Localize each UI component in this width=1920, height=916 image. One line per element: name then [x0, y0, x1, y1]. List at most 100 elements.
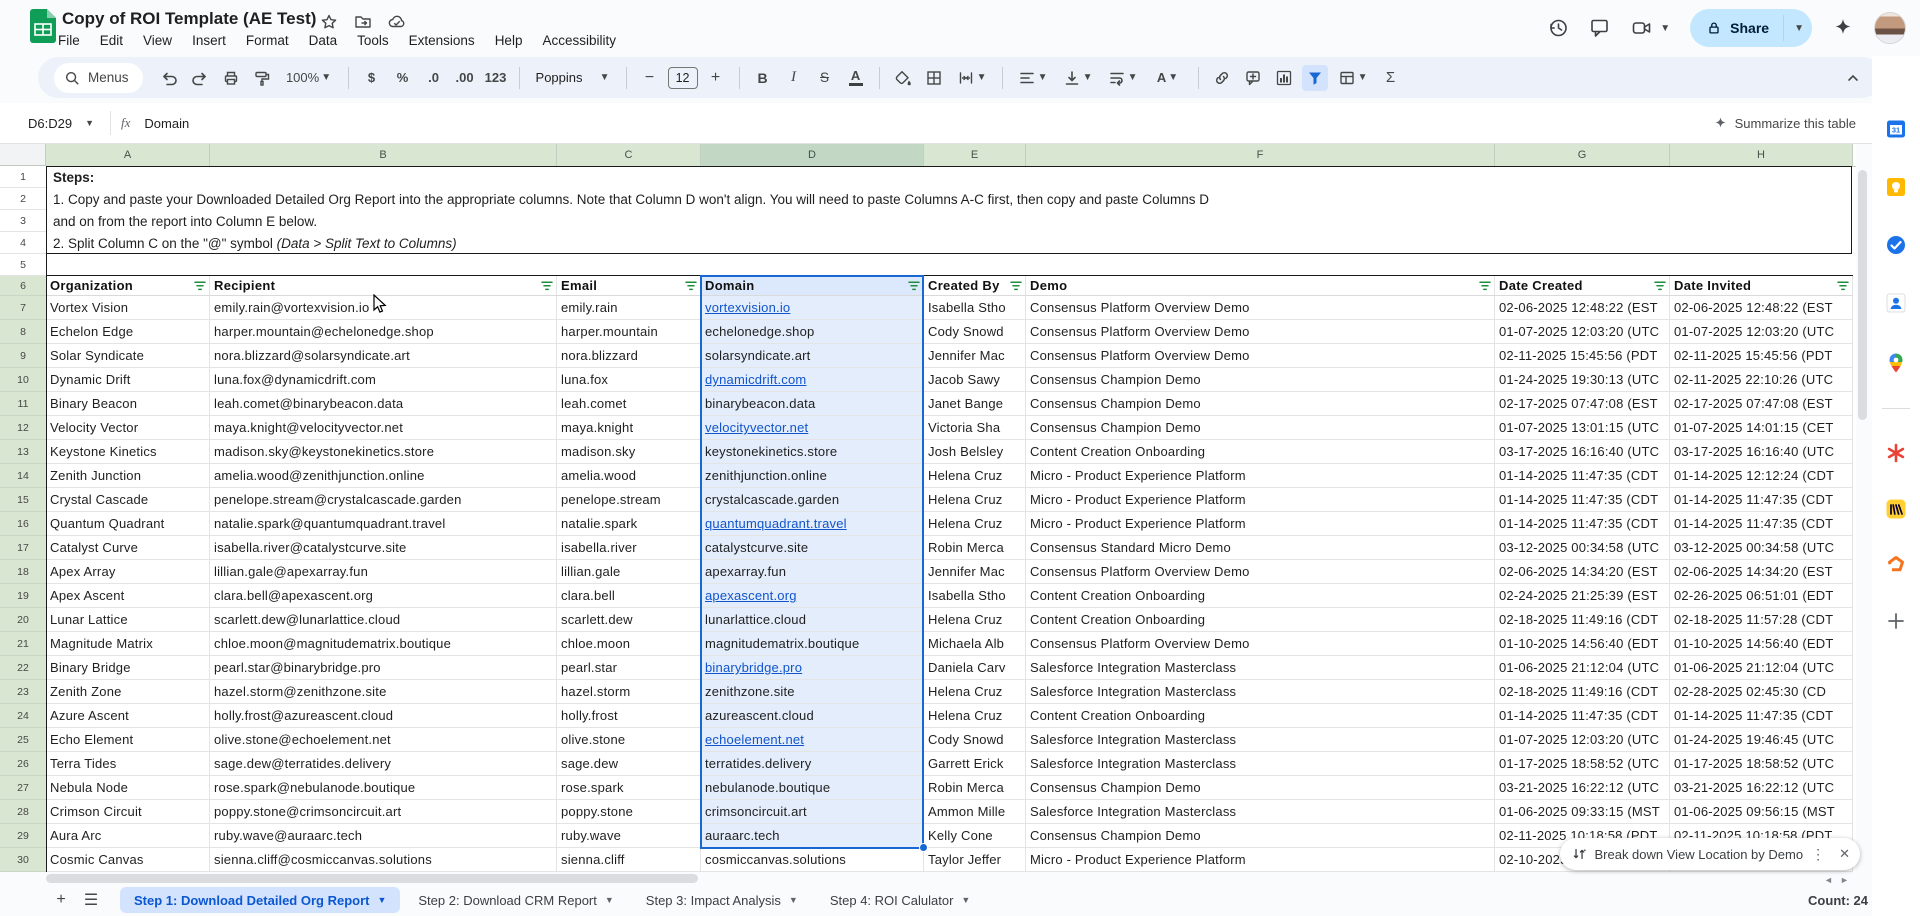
google-tasks-icon[interactable]: [1885, 234, 1907, 256]
cell-date_created-row22[interactable]: 01-06-2025 21:12:04 (UTC: [1495, 656, 1670, 680]
cell-organization-row28[interactable]: Crimson Circuit: [46, 800, 210, 824]
row-header-7[interactable]: 7: [0, 296, 46, 320]
comments-icon[interactable]: [1589, 17, 1611, 39]
font-selector[interactable]: Poppins▼: [530, 65, 616, 91]
cell-organization-row26[interactable]: Terra Tides: [46, 752, 210, 776]
cell-date_invited-row9[interactable]: 02-11-2025 15:45:56 (PDT: [1670, 344, 1853, 368]
cell-recipient-row29[interactable]: ruby.wave@auraarc.tech: [210, 824, 557, 848]
miro-addon-icon[interactable]: [1885, 498, 1907, 520]
cell-organization-row24[interactable]: Azure Ascent: [46, 704, 210, 728]
row-header-30[interactable]: 30: [0, 848, 46, 872]
header-filter-icon[interactable]: [1009, 279, 1023, 293]
redo-button[interactable]: [187, 65, 213, 91]
cell-date_created-row27[interactable]: 03-21-2025 16:22:12 (UTC: [1495, 776, 1670, 800]
cell-demo-row23[interactable]: Salesforce Integration Masterclass: [1026, 680, 1495, 704]
cell-recipient-row28[interactable]: poppy.stone@crimsoncircuit.art: [210, 800, 557, 824]
column-header-H[interactable]: H: [1670, 144, 1853, 166]
add-sheet-button[interactable]: +: [46, 887, 76, 913]
menu-view[interactable]: View: [143, 33, 172, 48]
cell-demo-row12[interactable]: Consensus Champion Demo: [1026, 416, 1495, 440]
zoom-control[interactable]: 100%▼: [280, 65, 338, 91]
cell-date_invited-row23[interactable]: 02-28-2025 02:45:30 (CD: [1670, 680, 1853, 704]
cell-domain-row16[interactable]: quantumquadrant.travel: [701, 512, 924, 536]
cell-demo-row17[interactable]: Consensus Standard Micro Demo: [1026, 536, 1495, 560]
cell-email-row19[interactable]: clara.bell: [557, 584, 701, 608]
cell-demo-row21[interactable]: Consensus Platform Overview Demo: [1026, 632, 1495, 656]
menu-insert[interactable]: Insert: [192, 33, 226, 48]
cell-created_by-row27[interactable]: Robin Merca: [924, 776, 1026, 800]
sheet-tab[interactable]: Step 4: ROI Calulator▼: [816, 887, 984, 913]
cell-organization-row25[interactable]: Echo Element: [46, 728, 210, 752]
get-addons-plus-icon[interactable]: [1885, 610, 1907, 632]
cell-date_created-row15[interactable]: 01-14-2025 11:47:35 (CDT: [1495, 488, 1670, 512]
merge-cells-button[interactable]: ▼: [952, 65, 992, 91]
row-header-28[interactable]: 28: [0, 800, 46, 824]
cell-organization-row10[interactable]: Dynamic Drift: [46, 368, 210, 392]
count-summary[interactable]: Count: 24: [1808, 893, 1868, 908]
cell-email-row23[interactable]: hazel.storm: [557, 680, 701, 704]
cell-organization-row15[interactable]: Crystal Cascade: [46, 488, 210, 512]
cell-created_by-row19[interactable]: Isabella Stho: [924, 584, 1026, 608]
cell-email-row20[interactable]: scarlett.dew: [557, 608, 701, 632]
cell-domain-row24[interactable]: azureascent.cloud: [701, 704, 924, 728]
cell-demo-row9[interactable]: Consensus Platform Overview Demo: [1026, 344, 1495, 368]
cell-demo-row16[interactable]: Micro - Product Experience Platform: [1026, 512, 1495, 536]
horizontal-align-button[interactable]: ▼: [1013, 65, 1053, 91]
cell-date_created-row26[interactable]: 01-17-2025 18:58:52 (UTC: [1495, 752, 1670, 776]
vertical-scrollbar[interactable]: [1858, 170, 1867, 420]
cell-email-row24[interactable]: holly.frost: [557, 704, 701, 728]
cell-demo-row24[interactable]: Content Creation Onboarding: [1026, 704, 1495, 728]
row-header-29[interactable]: 29: [0, 824, 46, 848]
cell-demo-row18[interactable]: Consensus Platform Overview Demo: [1026, 560, 1495, 584]
cell-created_by-row21[interactable]: Michaela Alb: [924, 632, 1026, 656]
cell-date_invited-row14[interactable]: 01-14-2025 12:12:24 (CDT: [1670, 464, 1853, 488]
bold-button[interactable]: B: [750, 65, 776, 91]
header-filter-icon[interactable]: [1836, 279, 1850, 293]
cell-domain-row14[interactable]: zenithjunction.online: [701, 464, 924, 488]
cell-recipient-row27[interactable]: rose.spark@nebulanode.boutique: [210, 776, 557, 800]
fill-color-button[interactable]: [890, 65, 916, 91]
row-header-12[interactable]: 12: [0, 416, 46, 440]
row-header-5[interactable]: 5: [0, 254, 46, 276]
column-header-F[interactable]: F: [1026, 144, 1495, 166]
cell-date_invited-row8[interactable]: 01-07-2025 12:03:20 (UTC: [1670, 320, 1853, 344]
cell-domain-row9[interactable]: solarsyndicate.art: [701, 344, 924, 368]
domain-link[interactable]: quantumquadrant.travel: [705, 516, 847, 531]
row-header-23[interactable]: 23: [0, 680, 46, 704]
borders-button[interactable]: [921, 65, 947, 91]
strikethrough-button[interactable]: S: [812, 65, 838, 91]
column-header-G[interactable]: G: [1495, 144, 1670, 166]
horizontal-scrollbar[interactable]: [46, 874, 698, 883]
column-header-C[interactable]: C: [557, 144, 701, 166]
cell-date_invited-row11[interactable]: 02-17-2025 07:47:08 (EST: [1670, 392, 1853, 416]
table-views-button[interactable]: ▼: [1333, 65, 1373, 91]
formula-input[interactable]: Domain: [144, 116, 189, 131]
cell-organization-row17[interactable]: Catalyst Curve: [46, 536, 210, 560]
cell-recipient-row23[interactable]: hazel.storm@zenithzone.site: [210, 680, 557, 704]
cell-demo-row15[interactable]: Micro - Product Experience Platform: [1026, 488, 1495, 512]
asterisk-addon-icon[interactable]: [1885, 442, 1907, 464]
cell-date_invited-row20[interactable]: 02-18-2025 11:57:28 (CDT: [1670, 608, 1853, 632]
table-header-domain[interactable]: Domain: [701, 276, 924, 296]
cell-demo-row11[interactable]: Consensus Champion Demo: [1026, 392, 1495, 416]
cell-organization-row9[interactable]: Solar Syndicate: [46, 344, 210, 368]
row-header-20[interactable]: 20: [0, 608, 46, 632]
cell-organization-row29[interactable]: Aura Arc: [46, 824, 210, 848]
meet-video-control[interactable]: ▼: [1631, 17, 1670, 39]
cell-date_created-row28[interactable]: 01-06-2025 09:33:15 (MST: [1495, 800, 1670, 824]
cell-recipient-row8[interactable]: harper.mountain@echelonedge.shop: [210, 320, 557, 344]
column-header-A[interactable]: A: [46, 144, 210, 166]
cell-date_created-row24[interactable]: 01-14-2025 11:47:35 (CDT: [1495, 704, 1670, 728]
cell-domain-row25[interactable]: echoelement.net: [701, 728, 924, 752]
cell-domain-row13[interactable]: keystonekinetics.store: [701, 440, 924, 464]
cell-recipient-row18[interactable]: lillian.gale@apexarray.fun: [210, 560, 557, 584]
row-header-21[interactable]: 21: [0, 632, 46, 656]
cell-date_invited-row28[interactable]: 01-06-2025 09:56:15 (MST: [1670, 800, 1853, 824]
cell-created_by-row17[interactable]: Robin Merca: [924, 536, 1026, 560]
close-icon[interactable]: ✕: [1839, 846, 1850, 862]
cell-domain-row22[interactable]: binarybridge.pro: [701, 656, 924, 680]
row-header-15[interactable]: 15: [0, 488, 46, 512]
share-button[interactable]: Share ▼: [1690, 9, 1812, 47]
column-header-E[interactable]: E: [924, 144, 1026, 166]
cell-date_invited-row22[interactable]: 01-06-2025 21:12:04 (UTC: [1670, 656, 1853, 680]
